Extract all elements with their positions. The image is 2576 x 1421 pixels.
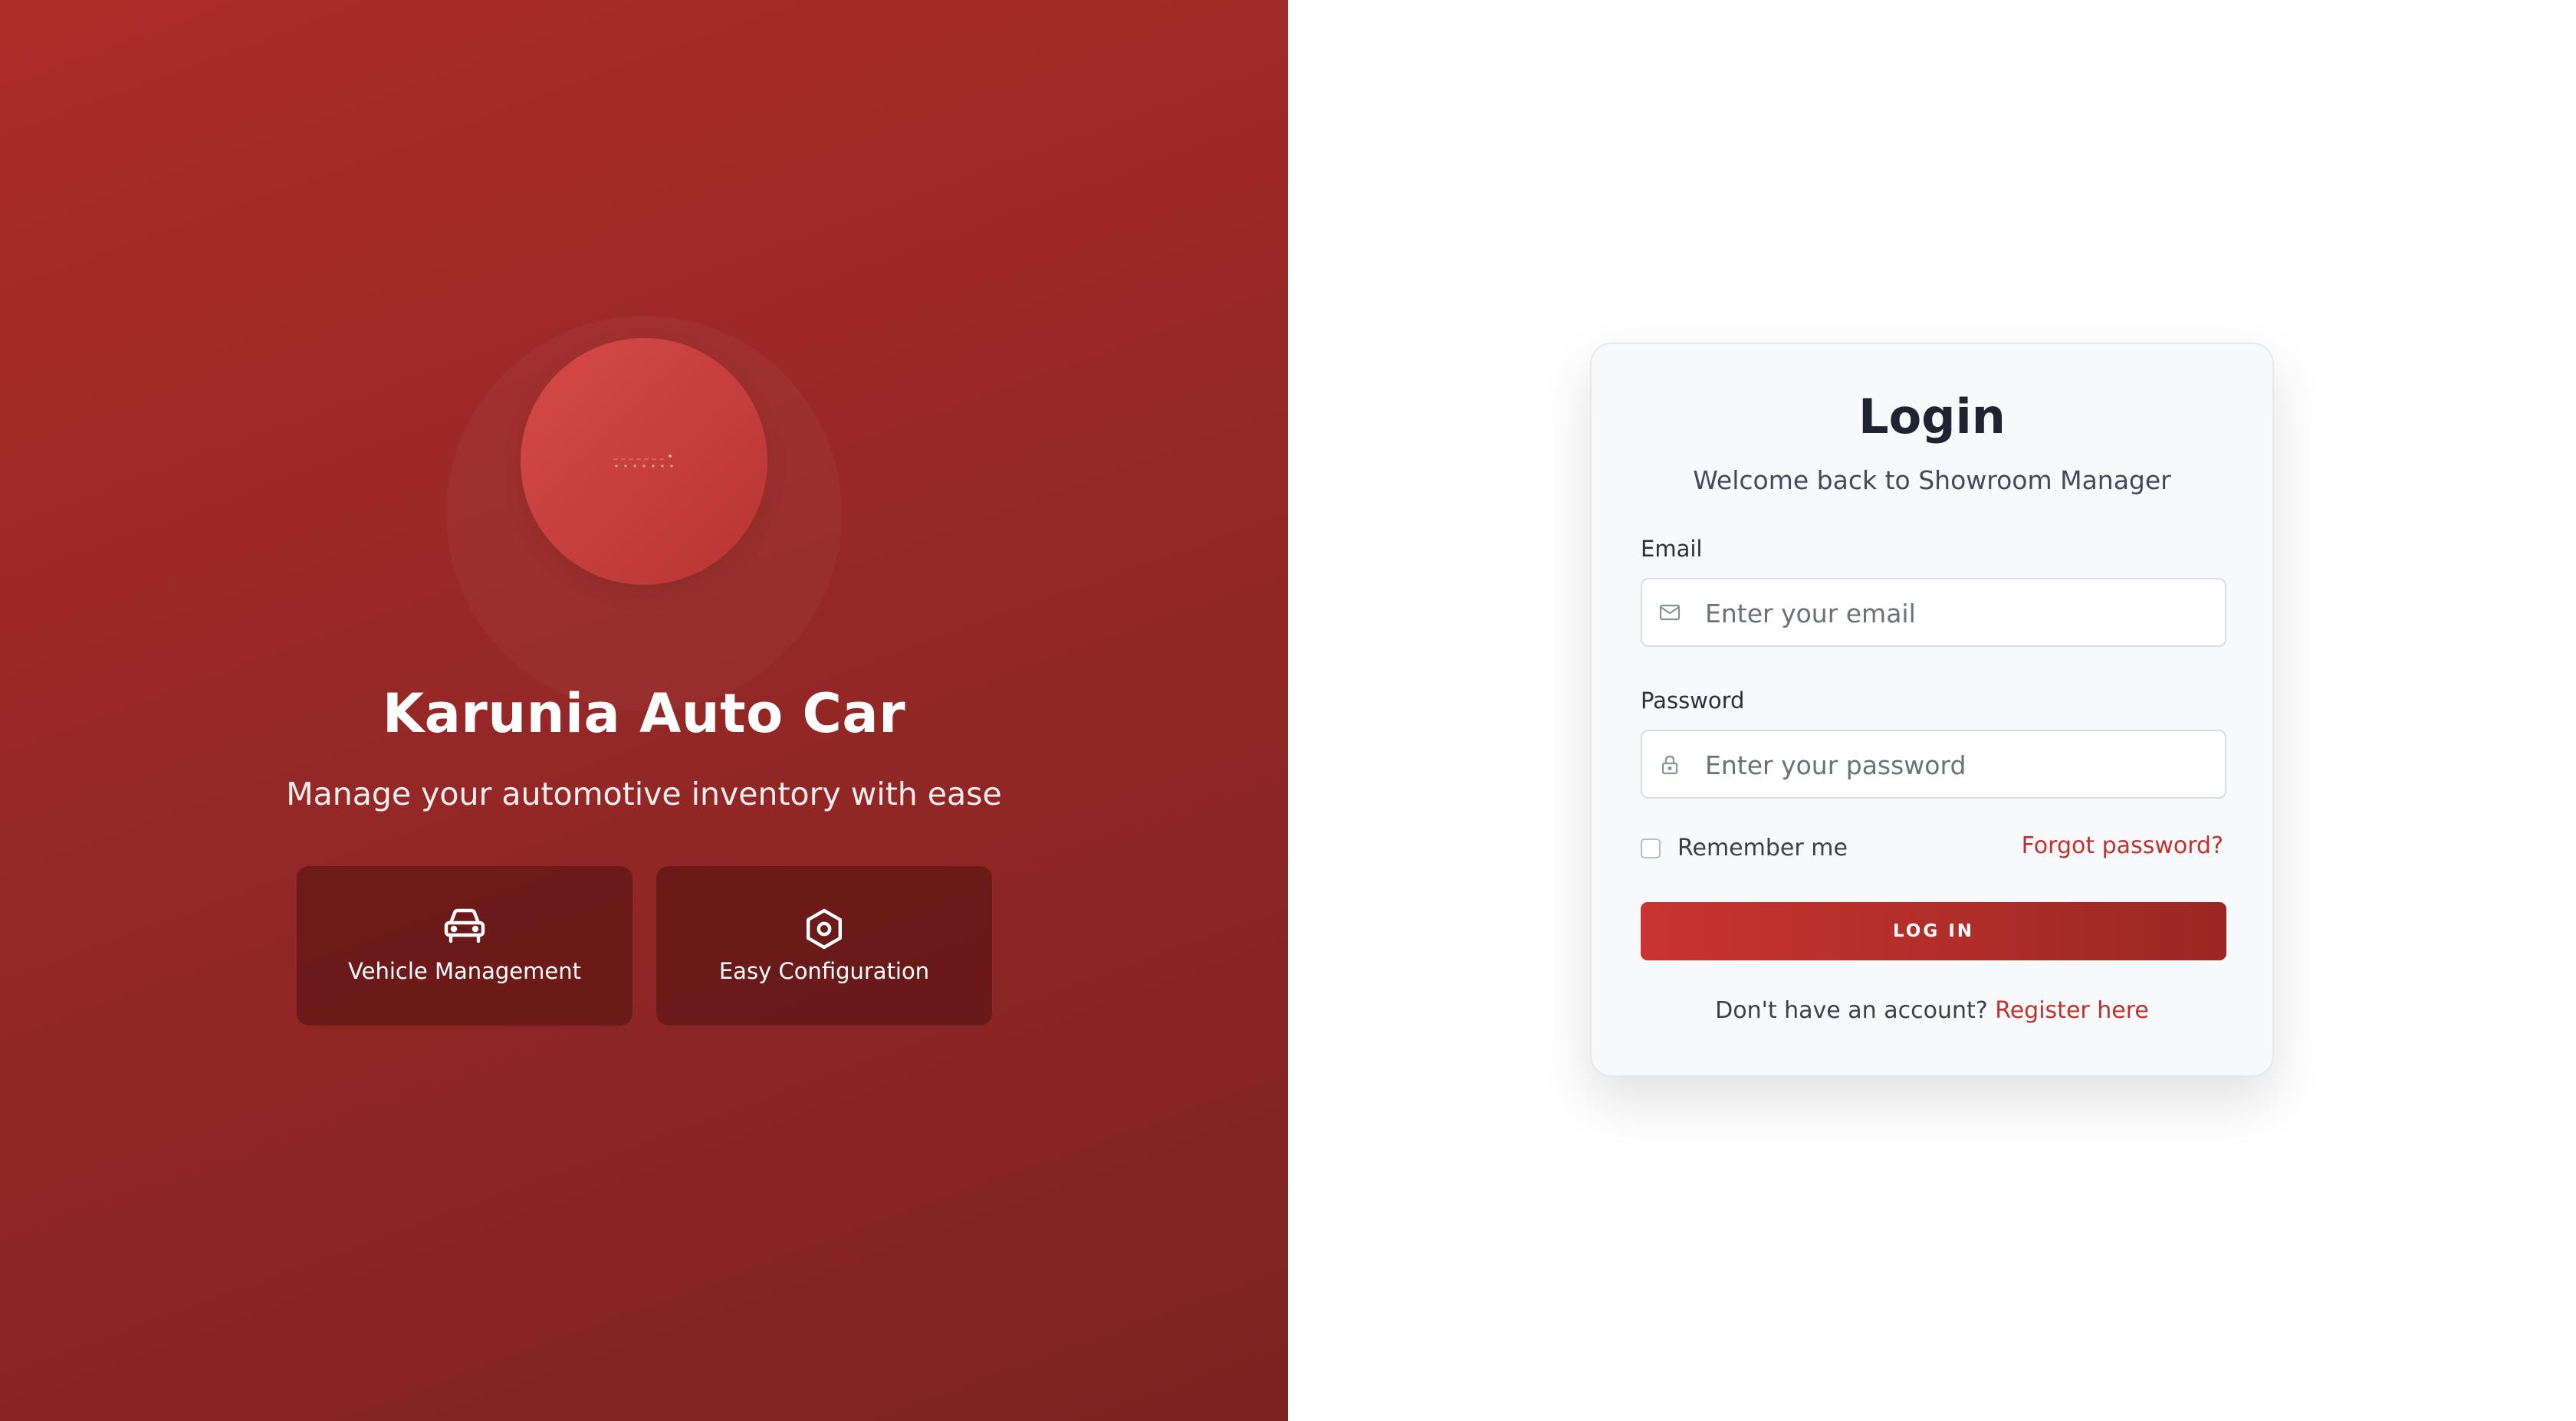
password-field[interactable]	[1641, 730, 2226, 799]
remember-label: Remember me	[1677, 835, 1848, 861]
login-button[interactable]: LOG IN	[1641, 902, 2226, 960]
feature-card-vehicle-management: Vehicle Management	[297, 866, 632, 1026]
brand-title: Karunia Auto Car	[382, 682, 906, 745]
email-field[interactable]	[1641, 578, 2226, 647]
remember-checkbox[interactable]	[1641, 838, 1661, 858]
hexagon-settings-icon	[807, 908, 842, 950]
register-prompt: Don't have an account? Register here	[1592, 997, 2272, 1024]
feature-label: Vehicle Management	[348, 958, 581, 984]
car-icon	[444, 908, 485, 944]
login-title: Login	[1858, 389, 2006, 445]
email-label: Email	[1641, 536, 1703, 562]
forgot-password-link[interactable]: Forgot password?	[2022, 832, 2223, 859]
register-link[interactable]: Register here	[1995, 997, 2149, 1024]
password-input[interactable]	[1704, 731, 2210, 799]
logo-dots-icon	[613, 455, 673, 468]
login-panel: Login Welcome back to Showroom Manager E…	[1288, 0, 2576, 1421]
login-subtitle: Welcome back to Showroom Manager	[1693, 465, 2171, 495]
register-prompt-text: Don't have an account?	[1715, 997, 1988, 1024]
brand-subtitle: Manage your automotive inventory with ea…	[286, 776, 1002, 812]
email-input[interactable]	[1704, 579, 2210, 647]
login-card: Login Welcome back to Showroom Manager E…	[1590, 343, 2274, 1077]
mail-icon	[1659, 604, 1681, 621]
feature-label: Easy Configuration	[718, 958, 930, 984]
lock-icon	[1661, 755, 1678, 775]
password-label: Password	[1641, 688, 1745, 714]
brand-panel: Karunia Auto Car Manage your automotive …	[0, 0, 1288, 1421]
remember-me[interactable]: Remember me	[1641, 835, 1848, 861]
feature-card-easy-configuration: Easy Configuration	[656, 866, 992, 1026]
